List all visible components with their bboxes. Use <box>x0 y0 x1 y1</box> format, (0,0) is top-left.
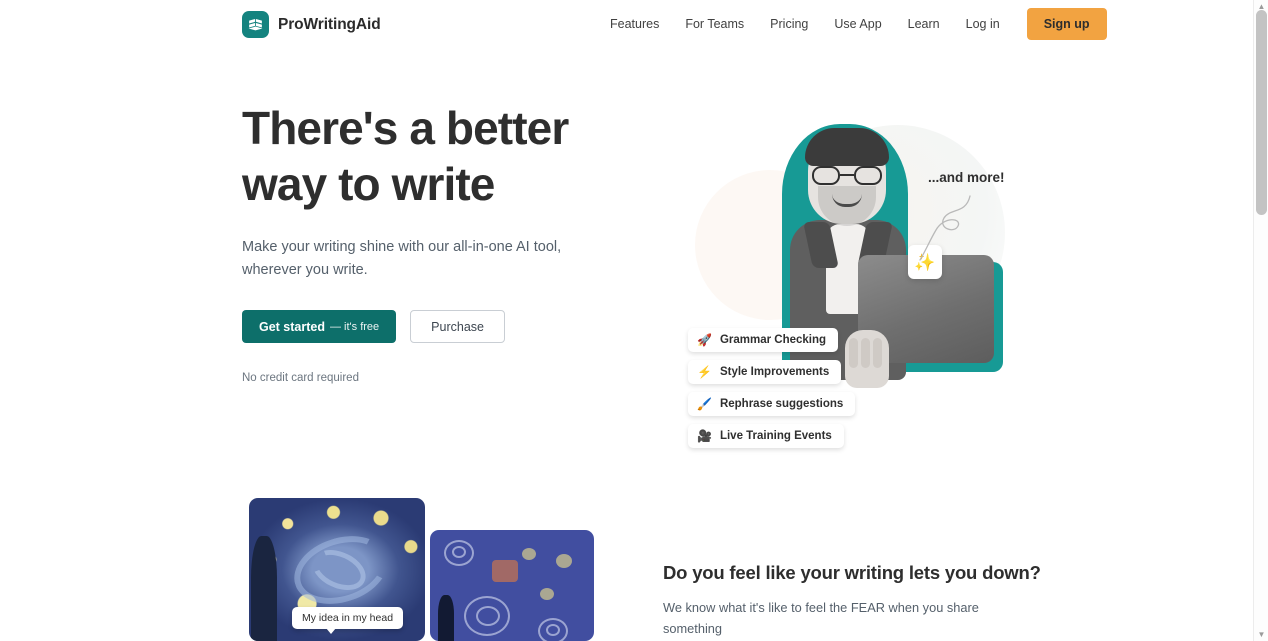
rocket-icon: 🚀 <box>697 333 712 347</box>
scrollbar-thumb[interactable] <box>1256 10 1267 215</box>
site-header: ProWritingAid Features For Teams Pricing… <box>0 0 1253 48</box>
sign-up-button[interactable]: Sign up <box>1026 8 1107 40</box>
get-started-note: — it's free <box>330 320 380 333</box>
feature-label: Grammar Checking <box>719 334 827 346</box>
feature-label: Rephrase suggestions <box>719 398 844 410</box>
lightning-icon: ⚡ <box>697 365 712 379</box>
hero-copy: There's a better way to write Make your … <box>242 100 642 384</box>
feature-pill-grammar-checking: 🚀 Grammar Checking <box>688 328 839 352</box>
brand-name: ProWritingAid <box>278 15 381 33</box>
brand-logo-link[interactable]: ProWritingAid <box>242 11 381 38</box>
feature-label: Live Training Events <box>719 430 832 442</box>
lower-section-title: Do you feel like your writing lets you d… <box>663 562 1041 583</box>
vertical-scrollbar[interactable]: ▲ ▼ <box>1253 0 1268 641</box>
lower-section-copy: Do you feel like your writing lets you d… <box>663 562 1041 641</box>
hero-illustration: ✨ ...and more! 🚀 Grammar Checking ⚡ Styl… <box>660 100 1020 448</box>
and-more-label: ...and more! <box>928 170 1005 185</box>
book-pages-icon <box>242 11 269 38</box>
page-root: ProWritingAid Features For Teams Pricing… <box>0 0 1268 641</box>
artwork-comparison: My idea in my head <box>249 498 594 641</box>
no-credit-card-note: No credit card required <box>242 372 359 384</box>
hero-title: There's a better way to write <box>242 102 569 210</box>
paintbrush-icon: 🖌️ <box>697 397 712 411</box>
artwork-caption: My idea in my head <box>292 607 404 634</box>
get-started-button[interactable]: Get started — it's free <box>242 310 397 343</box>
nav-item-learn[interactable]: Learn <box>895 0 953 48</box>
glasses-icon <box>812 166 882 185</box>
feature-pill-list: 🚀 Grammar Checking ⚡ Style Improvements … <box>688 328 856 448</box>
hero-subtitle: Make your writing shine with our all-in-… <box>242 239 562 278</box>
scroll-down-arrow-icon[interactable]: ▼ <box>1257 630 1266 639</box>
person-hair <box>805 128 889 166</box>
feature-pill-live-training-events: 🎥 Live Training Events <box>688 424 844 448</box>
main-navigation: Features For Teams Pricing Use App Learn… <box>597 0 1107 48</box>
lower-section-body: We know what it's like to feel the FEAR … <box>663 600 979 636</box>
nav-item-for-teams[interactable]: For Teams <box>672 0 757 48</box>
feature-pill-rephrase-suggestions: 🖌️ Rephrase suggestions <box>688 392 856 416</box>
nav-item-log-in[interactable]: Log in <box>953 0 1013 48</box>
nav-item-features[interactable]: Features <box>597 0 672 48</box>
squiggle-arrow-icon <box>919 195 971 261</box>
hero-cta-group: Get started — it's free Purchase <box>242 310 642 343</box>
simple-drawing-panel <box>430 530 594 641</box>
purchase-button[interactable]: Purchase <box>410 310 505 343</box>
feature-label: Style Improvements <box>719 366 830 378</box>
feature-pill-style-improvements: ⚡ Style Improvements <box>688 360 842 384</box>
nav-item-use-app[interactable]: Use App <box>821 0 894 48</box>
video-camera-icon: 🎥 <box>697 429 712 443</box>
nav-item-pricing[interactable]: Pricing <box>757 0 821 48</box>
get-started-label: Get started <box>259 319 325 334</box>
